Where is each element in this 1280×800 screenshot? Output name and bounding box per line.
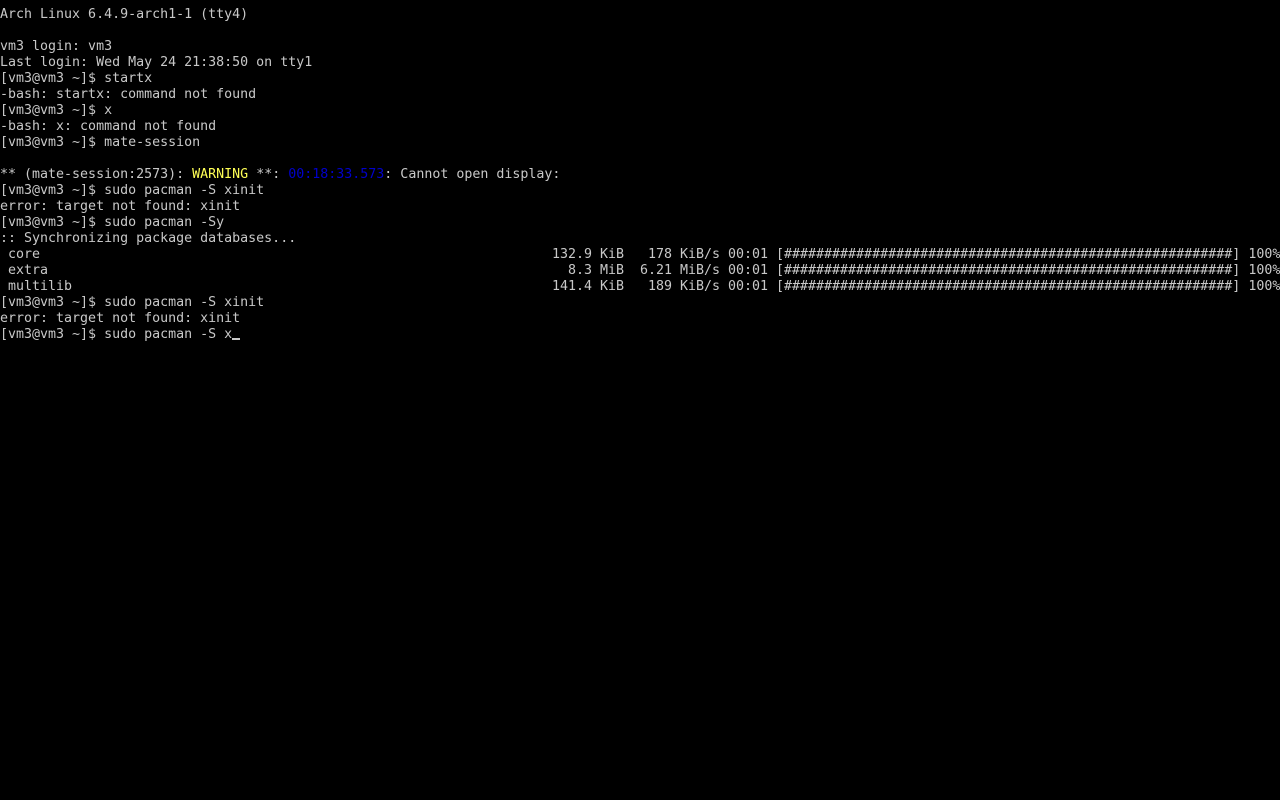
progress-percent: 100% xyxy=(1240,247,1280,262)
download-progress-row: extra 8.3 MiB 6.21 MiB/s 00:01 [############… xyxy=(0,263,1280,279)
prompt-input: [vm3@vm3 ~]$ sudo pacman -S x xyxy=(0,327,233,342)
package-rate: 6.21 MiB/s xyxy=(639,263,720,278)
active-prompt-line[interactable]: [vm3@vm3 ~]$ sudo pacman -S x xyxy=(0,327,1280,343)
package-rate: 189 KiB/s xyxy=(647,279,720,294)
console-line: :: Synchronizing package databases... xyxy=(0,231,297,246)
package-name: core xyxy=(0,247,41,262)
console-line: error: target not found: xinit xyxy=(0,311,241,326)
console-line: Arch Linux 6.4.9-arch1-1 (tty4) xyxy=(0,7,249,22)
warning-timestamp: 00:18:33.573 xyxy=(288,167,385,182)
progress-bar-fill: [#######################################… xyxy=(776,247,1241,262)
progress-percent: 100% xyxy=(1240,263,1280,278)
download-progress-row: multilib 141.4 KiB 189 KiB/s 00:01 [########… xyxy=(0,279,1280,295)
progress-percent: 100% xyxy=(1240,279,1280,294)
package-time: 00:01 xyxy=(728,247,769,262)
console-line: vm3 login: vm3 xyxy=(0,39,113,54)
text-cursor xyxy=(232,338,241,340)
warning-level: WARNING xyxy=(192,167,249,182)
warning-separator: **: xyxy=(248,167,289,182)
package-rate: 178 KiB/s xyxy=(647,247,720,262)
package-time: 00:01 xyxy=(728,263,769,278)
warning-line: ** (mate-session:2573): WARNING **: 00:1… xyxy=(0,167,1280,183)
progress-bar-fill: [#######################################… xyxy=(776,263,1241,278)
package-size: 141.4 KiB xyxy=(552,279,625,294)
console-line: Last login: Wed May 24 21:38:50 on tty1 xyxy=(0,55,313,70)
progress-bar: [#######################################… xyxy=(776,247,1280,263)
console-line: [vm3@vm3 ~]$ mate-session xyxy=(0,135,201,150)
console-line: [vm3@vm3 ~]$ sudo pacman -S xinit xyxy=(0,183,265,198)
console-line: -bash: startx: command not found xyxy=(0,87,257,102)
console-line: [vm3@vm3 ~]$ startx xyxy=(0,71,153,86)
warning-message: : Cannot open display: xyxy=(384,167,561,182)
package-name: extra xyxy=(0,263,49,278)
tty-console[interactable]: Arch Linux 6.4.9-arch1-1 (tty4) vm3 login… xyxy=(0,0,1280,800)
console-line: [vm3@vm3 ~]$ sudo pacman -S xinit xyxy=(0,295,265,310)
console-line: [vm3@vm3 ~]$ x xyxy=(0,103,113,118)
package-name: multilib xyxy=(0,279,73,294)
download-progress-row: core 132.9 KiB 178 KiB/s 00:01 [############… xyxy=(0,247,1280,263)
console-line: [vm3@vm3 ~]$ sudo pacman -Sy xyxy=(0,215,225,230)
warning-prefix: ** (mate-session:2573): xyxy=(0,167,193,182)
console-line: error: target not found: xinit xyxy=(0,199,241,214)
console-line: -bash: x: command not found xyxy=(0,119,217,134)
package-size: 132.9 KiB xyxy=(552,247,625,262)
package-size: 8.3 MiB xyxy=(567,263,624,278)
progress-bar: [#######################################… xyxy=(776,263,1280,279)
progress-bar: [#######################################… xyxy=(776,279,1280,295)
package-time: 00:01 xyxy=(728,279,769,294)
progress-bar-fill: [#######################################… xyxy=(776,279,1241,294)
